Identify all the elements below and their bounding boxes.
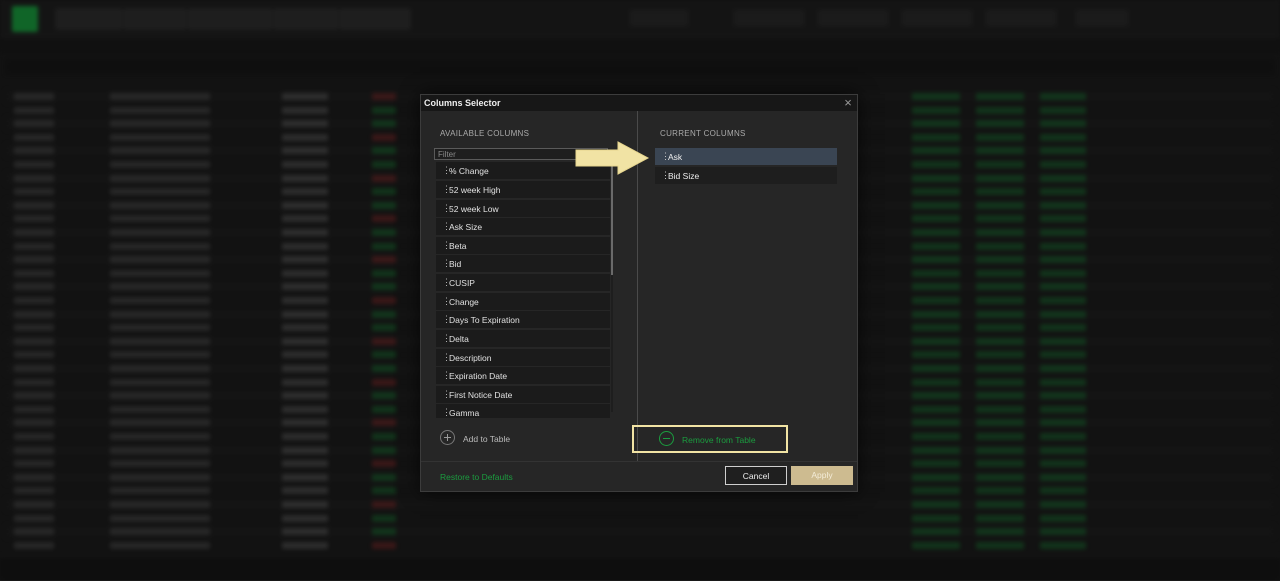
current-item-label: Bid Size — [668, 171, 700, 181]
available-item-label: Bid — [449, 259, 462, 269]
available-item[interactable]: ⋮ Days To Expiration — [436, 311, 610, 328]
available-item-label: 52 week High — [449, 185, 501, 195]
available-columns-list: ⋮% Change ⋮ 52 week High ⋮ 52 week Low ⋮ As… — [436, 162, 610, 418]
dialog-titlebar: Columns Selector × — [421, 95, 857, 111]
available-item[interactable]: ⋮ Description — [436, 349, 610, 366]
footer-divider — [421, 461, 857, 462]
scrollbar-thumb[interactable] — [611, 165, 613, 275]
available-item[interactable]: ⋮ 52 week High — [436, 181, 610, 198]
available-item-label: Ask Size — [449, 222, 483, 232]
available-item[interactable]: ⋮ Beta — [436, 237, 610, 254]
available-item-label: Gamma — [449, 408, 480, 418]
add-to-table-label: Add to Table — [463, 434, 511, 444]
available-item-label: Description — [449, 353, 492, 363]
available-item-label: 52 week Low — [449, 204, 499, 214]
available-item[interactable]: ⋮ Ask Size — [436, 218, 610, 235]
minus-circle-icon — [659, 431, 674, 446]
current-columns-heading: CURRENT COLUMNS — [660, 129, 746, 138]
available-item[interactable]: ⋮ CUSIP — [436, 274, 610, 291]
available-item-label: Expiration Date — [449, 371, 508, 381]
available-item-label: First Notice Date — [449, 390, 513, 400]
available-item[interactable]: ⋮ Gamma — [436, 404, 610, 418]
restore-defaults-link[interactable]: Restore to Defaults — [440, 472, 513, 482]
available-columns-heading: AVAILABLE COLUMNS — [440, 129, 530, 138]
available-item-label: Delta — [449, 334, 469, 344]
available-item[interactable]: ⋮ Bid — [436, 255, 610, 272]
available-item[interactable]: ⋮ Delta — [436, 330, 610, 347]
current-item-label: Ask — [668, 152, 683, 162]
arrow-right-icon — [575, 141, 650, 175]
dialog-title: Columns Selector — [424, 98, 501, 108]
available-item-label: Beta — [449, 241, 467, 251]
apply-button[interactable]: Apply — [791, 466, 853, 485]
available-item[interactable]: ⋮ Expiration Date — [436, 367, 610, 384]
available-item[interactable]: ⋮ 52 week Low — [436, 200, 610, 217]
available-item[interactable]: ⋮ First Notice Date — [436, 386, 610, 403]
cancel-button[interactable]: Cancel — [725, 466, 787, 485]
current-item-selected[interactable]: ⋮ Ask — [655, 148, 837, 165]
current-item[interactable]: ⋮ Bid Size — [655, 167, 837, 184]
available-item-label: Change — [449, 297, 479, 307]
plus-circle-icon — [440, 430, 455, 445]
remove-from-table-label: Remove from Table — [682, 435, 756, 445]
available-item[interactable]: ⋮ Change — [436, 293, 610, 310]
available-item-label: Days To Expiration — [449, 315, 520, 325]
close-icon[interactable]: × — [841, 95, 855, 111]
available-item-label: % Change — [449, 166, 489, 176]
available-item-label: CUSIP — [449, 278, 475, 288]
